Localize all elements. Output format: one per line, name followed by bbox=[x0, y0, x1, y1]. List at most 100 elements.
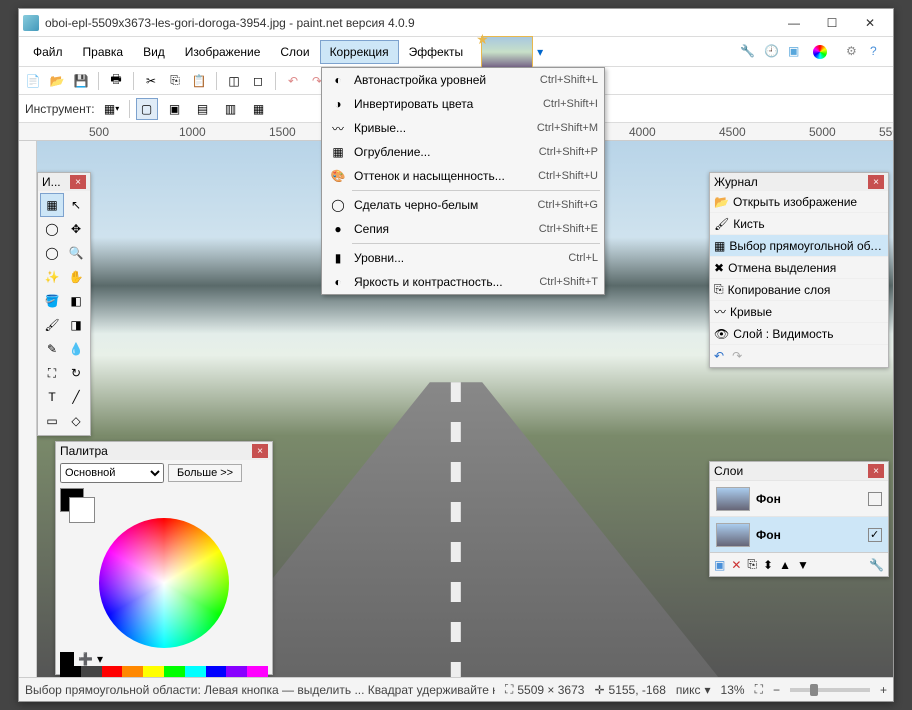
tool-picker[interactable]: 💧 bbox=[64, 337, 88, 361]
menu-effects[interactable]: Эффекты bbox=[399, 40, 474, 64]
history-close[interactable]: × bbox=[868, 175, 884, 189]
tool-gradient[interactable]: ◧ bbox=[64, 289, 88, 313]
layer-row[interactable]: Фон bbox=[710, 516, 888, 552]
tool-lasso[interactable]: ◯ bbox=[40, 217, 64, 241]
colors-window-button[interactable] bbox=[809, 41, 831, 63]
color-type-select[interactable]: Основной bbox=[60, 463, 164, 483]
menu-view[interactable]: Вид bbox=[133, 40, 175, 64]
tool-rect-select[interactable]: ▦ bbox=[40, 193, 64, 217]
menu-item[interactable]: 🎨Оттенок и насыщенность...Ctrl+Shift+U bbox=[322, 164, 604, 188]
menu-item[interactable]: ▮Уровни...Ctrl+L bbox=[322, 246, 604, 270]
tool-recolor[interactable]: ↻ bbox=[64, 361, 88, 385]
help-button[interactable]: ? bbox=[867, 41, 889, 63]
zoom-out-icon[interactable]: − bbox=[773, 683, 780, 697]
tool-text[interactable]: T bbox=[40, 385, 64, 409]
selmode-invert[interactable]: ▦ bbox=[248, 98, 270, 120]
history-item[interactable]: 🖌Кисть bbox=[710, 213, 888, 235]
deselect-icon[interactable]: ◻ bbox=[248, 71, 268, 91]
crop-icon[interactable]: ◫ bbox=[224, 71, 244, 91]
layer-up-icon[interactable]: ▲ bbox=[779, 558, 791, 572]
minimize-button[interactable]: — bbox=[775, 10, 813, 36]
copy-icon[interactable]: ⎘ bbox=[165, 71, 185, 91]
zoom-in-icon[interactable]: + bbox=[880, 683, 887, 697]
history-item[interactable]: 〰Кривые bbox=[710, 301, 888, 323]
menu-item[interactable]: ◑Инвертировать цветаCtrl+Shift+I bbox=[322, 92, 604, 116]
history-item[interactable]: ✖Отмена выделения bbox=[710, 257, 888, 279]
status-unit[interactable]: пикс ▾ bbox=[676, 683, 711, 697]
close-button[interactable]: ✕ bbox=[851, 10, 889, 36]
tool-pan[interactable]: ✋ bbox=[64, 265, 88, 289]
tool-rect[interactable]: ▭ bbox=[40, 409, 64, 433]
palette-add-icon[interactable]: ➕ bbox=[78, 652, 93, 666]
layer-down-icon[interactable]: ▼ bbox=[797, 558, 809, 572]
tool-fill[interactable]: 🪣 bbox=[40, 289, 64, 313]
colors-more-button[interactable]: Больше >> bbox=[168, 464, 242, 482]
status-zoom[interactable]: 13% bbox=[721, 683, 745, 697]
menu-file[interactable]: Файл bbox=[23, 40, 73, 64]
tool-brush[interactable]: 🖌 bbox=[40, 313, 64, 337]
history-item[interactable]: 👁Слой : Видимость bbox=[710, 323, 888, 345]
selmode-replace[interactable]: ▢ bbox=[136, 98, 158, 120]
palette-menu-icon[interactable]: ▾ bbox=[97, 652, 103, 666]
menu-edit[interactable]: Правка bbox=[73, 40, 134, 64]
layer-merge-icon[interactable]: ⬍ bbox=[763, 558, 773, 572]
layer-add-icon[interactable]: ▣ bbox=[714, 558, 725, 572]
tool-clone[interactable]: ⛶ bbox=[40, 361, 64, 385]
tool-wand[interactable]: ✨ bbox=[40, 265, 64, 289]
tools-panel-close[interactable]: × bbox=[70, 175, 86, 189]
menu-item[interactable]: 〰Кривые...Ctrl+Shift+M bbox=[322, 116, 604, 140]
menu-image[interactable]: Изображение bbox=[175, 40, 271, 64]
history-item[interactable]: 📂Открыть изображение bbox=[710, 191, 888, 213]
selmode-subtract[interactable]: ▤ bbox=[192, 98, 214, 120]
ruler-vertical bbox=[19, 141, 37, 677]
new-icon[interactable]: 📄 bbox=[23, 71, 43, 91]
layer-visibility-checkbox[interactable] bbox=[868, 492, 882, 506]
tools-window-button[interactable]: 🔧 bbox=[737, 41, 759, 63]
layer-row[interactable]: Фон bbox=[710, 480, 888, 516]
menu-item[interactable]: ◐Яркость и контрастность...Ctrl+Shift+T bbox=[322, 270, 604, 294]
menu-item[interactable]: ◯Сделать черно-белымCtrl+Shift+G bbox=[322, 193, 604, 217]
save-icon[interactable]: 💾 bbox=[71, 71, 91, 91]
tool-shapes[interactable]: ◇ bbox=[64, 409, 88, 433]
menu-item[interactable]: ◐Автонастройка уровнейCtrl+Shift+L bbox=[322, 68, 604, 92]
menu-item[interactable]: ●СепияCtrl+Shift+E bbox=[322, 217, 604, 241]
settings-button[interactable]: ⚙ bbox=[843, 41, 865, 63]
layer-delete-icon[interactable]: ✕ bbox=[731, 558, 741, 572]
color-wheel[interactable] bbox=[99, 518, 229, 648]
layer-props-icon[interactable]: 🔧 bbox=[869, 558, 884, 572]
maximize-button[interactable]: ☐ bbox=[813, 10, 851, 36]
layers-close[interactable]: × bbox=[868, 464, 884, 478]
print-icon[interactable]: 🖶 bbox=[106, 71, 126, 91]
cut-icon[interactable]: ✂ bbox=[141, 71, 161, 91]
redo-button[interactable]: ↷ bbox=[732, 349, 742, 363]
zoom-fit-icon[interactable]: ⛶ bbox=[755, 682, 763, 697]
history-item[interactable]: ⎘Копирование слоя bbox=[710, 279, 888, 301]
selmode-intersect[interactable]: ▥ bbox=[220, 98, 242, 120]
history-window-button[interactable]: 🕘 bbox=[761, 41, 783, 63]
image-thumb[interactable]: ★ bbox=[481, 36, 533, 68]
tool-line[interactable]: ╱ bbox=[64, 385, 88, 409]
selmode-add[interactable]: ▣ bbox=[164, 98, 186, 120]
tool-eraser[interactable]: ◨ bbox=[64, 313, 88, 337]
open-icon[interactable]: 📂 bbox=[47, 71, 67, 91]
menu-item[interactable]: ▦Огрубление...Ctrl+Shift+P bbox=[322, 140, 604, 164]
history-item[interactable]: ▦Выбор прямоугольной области bbox=[710, 235, 888, 257]
thumb-dropdown-icon[interactable]: ▾ bbox=[537, 45, 543, 59]
current-tool-icon[interactable]: ▦▾ bbox=[101, 98, 123, 120]
color-swatch[interactable] bbox=[60, 488, 84, 512]
paste-icon[interactable]: 📋 bbox=[189, 71, 209, 91]
tool-move-sel[interactable]: ✥ bbox=[64, 217, 88, 241]
layers-window-button[interactable]: ▣ bbox=[785, 41, 807, 63]
menu-layers[interactable]: Слои bbox=[270, 40, 319, 64]
layer-duplicate-icon[interactable]: ⎘ bbox=[747, 557, 757, 572]
undo-button[interactable]: ↶ bbox=[714, 349, 724, 363]
layer-visibility-checkbox[interactable] bbox=[868, 528, 882, 542]
tool-pencil[interactable]: ✎ bbox=[40, 337, 64, 361]
tool-ellipse-select[interactable]: ◯ bbox=[40, 241, 64, 265]
zoom-slider[interactable] bbox=[790, 688, 870, 692]
tool-move[interactable]: ↖ bbox=[64, 193, 88, 217]
menu-adjustments[interactable]: Коррекция bbox=[320, 40, 399, 64]
undo-icon[interactable]: ↶ bbox=[283, 71, 303, 91]
tool-zoom[interactable]: 🔍 bbox=[64, 241, 88, 265]
colors-close[interactable]: × bbox=[252, 444, 268, 458]
